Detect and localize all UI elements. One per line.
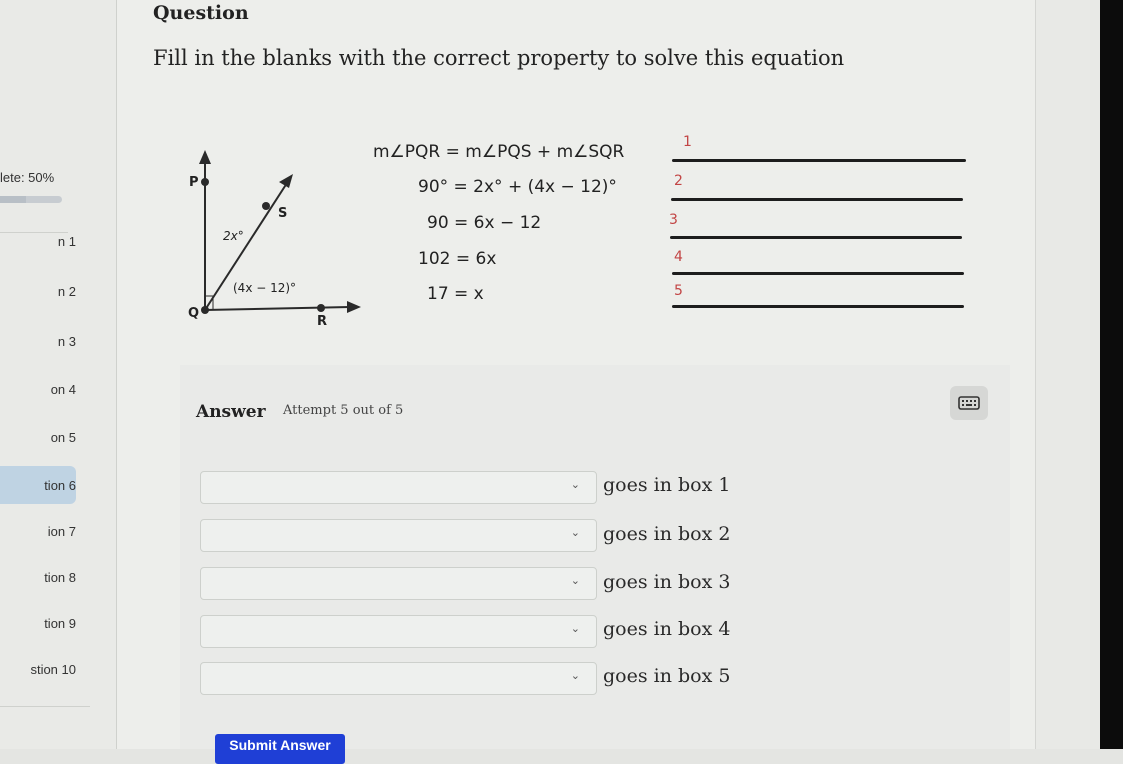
equation-2: 90° = 2x° + (4x − 12)° [418, 177, 617, 197]
nav-question-3[interactable]: n 3 [0, 322, 76, 360]
label-q: Q [188, 306, 199, 321]
property-select-4[interactable]: ⌄ [200, 615, 597, 648]
nav-question-2[interactable]: n 2 [0, 272, 76, 310]
equation-1: m∠PQR = m∠PQS + m∠SQR [373, 142, 625, 162]
chevron-down-icon: ⌄ [570, 526, 580, 539]
arrowhead-up [199, 150, 211, 164]
equation-5: 17 = x [427, 284, 484, 304]
nav-question-9[interactable]: tion 9 [0, 604, 76, 642]
progress-bar [0, 196, 62, 203]
keyboard-button[interactable] [950, 386, 988, 420]
blank-line-4 [672, 272, 964, 275]
chevron-down-icon: ⌄ [570, 669, 580, 682]
blank-number-4: 4 [674, 249, 683, 265]
attempt-counter: Attempt 5 out of 5 [283, 403, 404, 418]
screen-bezel [1100, 0, 1123, 749]
question-prompt: Fill in the blanks with the correct prop… [153, 46, 845, 70]
nav-question-7[interactable]: ion 7 [0, 512, 76, 550]
right-gutter [1035, 0, 1101, 749]
nav-question-5[interactable]: on 5 [0, 418, 76, 456]
blank-line-1 [672, 159, 966, 162]
progress-fill [0, 196, 26, 203]
nav-question-10[interactable]: stion 10 [0, 650, 76, 688]
answer-label: Answer [196, 402, 266, 422]
property-select-5[interactable]: ⌄ [200, 662, 597, 695]
nav-question-1[interactable]: n 1 [0, 222, 76, 260]
label-r: R [317, 314, 327, 329]
chevron-down-icon: ⌄ [570, 478, 580, 491]
blank-number-5: 5 [674, 283, 683, 299]
box-label-5: goes in box 5 [603, 665, 731, 687]
chevron-down-icon: ⌄ [570, 574, 580, 587]
keyboard-icon [958, 396, 980, 410]
blank-number-1: 1 [683, 134, 692, 150]
blank-line-2 [671, 198, 963, 201]
nav-question-8[interactable]: tion 8 [0, 558, 76, 596]
angle-label-upper: 2x° [223, 229, 244, 243]
box-label-4: goes in box 4 [603, 618, 731, 640]
label-s: S [278, 206, 287, 221]
equation-4: 102 = 6x [418, 249, 497, 269]
arrowhead-right [347, 301, 361, 313]
arrowhead-diagonal [279, 174, 293, 188]
sidebar: lete: 50% n 1 n 2 n 3 on 4 on 5 tion 6 i… [0, 0, 117, 749]
property-select-2[interactable]: ⌄ [200, 519, 597, 552]
box-label-2: goes in box 2 [603, 523, 731, 545]
point-p [201, 178, 209, 186]
angle-diagram: P S Q R 2x° (4x − 12)° [188, 150, 361, 329]
progress-label: lete: 50% [0, 170, 55, 185]
blank-line-5 [672, 305, 964, 308]
nav-question-6[interactable]: tion 6 [0, 466, 76, 504]
blank-number-2: 2 [674, 173, 683, 189]
box-label-3: goes in box 3 [603, 571, 731, 593]
angle-label-lower: (4x − 12)° [233, 281, 296, 295]
equation-3: 90 = 6x − 12 [427, 213, 542, 233]
property-select-3[interactable]: ⌄ [200, 567, 597, 600]
chevron-down-icon: ⌄ [570, 622, 580, 635]
blank-line-3 [670, 236, 962, 239]
blank-number-3: 3 [669, 212, 678, 228]
nav-question-4[interactable]: on 4 [0, 370, 76, 408]
point-q [201, 306, 209, 314]
point-s [262, 202, 270, 210]
property-select-1[interactable]: ⌄ [200, 471, 597, 504]
ray-qr [204, 306, 351, 311]
submit-answer-button[interactable]: Submit Answer [215, 734, 345, 764]
sidebar-divider [0, 706, 90, 707]
point-r [317, 304, 325, 312]
question-heading: Question [153, 2, 249, 24]
box-label-1: goes in box 1 [603, 474, 731, 496]
label-p: P [189, 175, 199, 190]
